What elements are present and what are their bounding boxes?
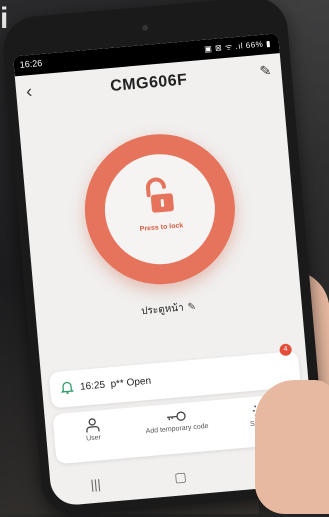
front-camera xyxy=(141,24,149,32)
log-text: p** Open xyxy=(110,375,152,391)
edit-pencil-icon[interactable]: ✎ xyxy=(259,62,272,80)
status-time: 16:26 xyxy=(19,57,43,70)
press-to-lock-label: Press to lock xyxy=(139,222,184,234)
user-action[interactable]: User xyxy=(57,414,129,445)
bell-icon xyxy=(60,381,75,395)
log-time: 16:25 xyxy=(79,379,106,393)
door-name: ประตูหน้า xyxy=(140,302,185,318)
lock-button-inner: Press to lock xyxy=(100,149,220,269)
lock-button[interactable]: Press to lock xyxy=(78,127,242,291)
add-temporary-code-action[interactable]: Add temporary code xyxy=(141,407,213,436)
log-entry: 16:25 p** Open xyxy=(80,376,152,393)
home-icon[interactable]: ▢ xyxy=(174,469,188,486)
key-icon xyxy=(167,411,186,421)
edit-door-name-icon[interactable]: ✎ xyxy=(187,301,196,313)
background-letter: i xyxy=(0,2,9,35)
hand-thumb xyxy=(255,380,329,514)
door-name-row: ประตูหน้า ✎ xyxy=(36,290,302,328)
user-label: User xyxy=(85,434,102,443)
notification-badge: 4 xyxy=(279,343,293,357)
add-temporary-code-label: Add temporary code xyxy=(145,422,209,436)
user-icon xyxy=(86,418,100,433)
status-icons: ▣ ⊠ ᯤ .ıl 66% ▮ xyxy=(203,38,272,54)
unlocked-padlock-icon xyxy=(146,177,174,213)
recent-apps-icon[interactable]: ||| xyxy=(90,476,101,492)
